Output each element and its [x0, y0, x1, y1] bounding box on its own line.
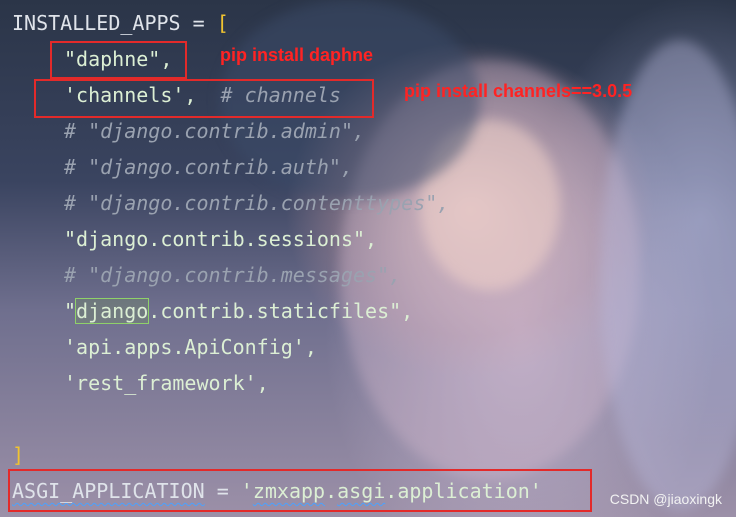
highlighted-word: django: [75, 298, 150, 324]
asgi-highlight-box: [8, 469, 592, 512]
watermark: CSDN @jiaoxingk: [609, 491, 722, 507]
open-bracket: [: [216, 11, 229, 35]
variable-name: INSTALLED_APPS: [12, 11, 181, 35]
code-line-staticfiles: "django.contrib.staticfiles",: [64, 293, 413, 329]
code-line-installed-apps: INSTALLED_APPS = [: [12, 5, 229, 41]
close-bracket: ]: [12, 443, 25, 467]
code-line-rest-framework: 'rest_framework',: [64, 371, 269, 395]
code-line-apiconfig: 'api.apps.ApiConfig',: [64, 335, 317, 359]
code-line-admin: # "django.contrib.admin",: [64, 119, 366, 143]
code-line-messages: # "django.contrib.messages",: [64, 263, 402, 287]
channels-install-note: pip install channels==3.0.5: [404, 81, 633, 101]
assign-operator: =: [180, 11, 217, 35]
daphne-highlight-box: [50, 41, 187, 79]
code-line-sessions: "django.contrib.sessions",: [64, 227, 378, 251]
code-line-contenttypes: # "django.contrib.contenttypes",: [64, 191, 450, 215]
channels-highlight-box: [34, 79, 374, 118]
quote: ": [64, 299, 77, 323]
staticfiles-rest: .contrib.staticfiles",: [148, 299, 414, 323]
daphne-install-note: pip install daphne: [220, 45, 374, 65]
code-line-auth: # "django.contrib.auth",: [64, 155, 353, 179]
